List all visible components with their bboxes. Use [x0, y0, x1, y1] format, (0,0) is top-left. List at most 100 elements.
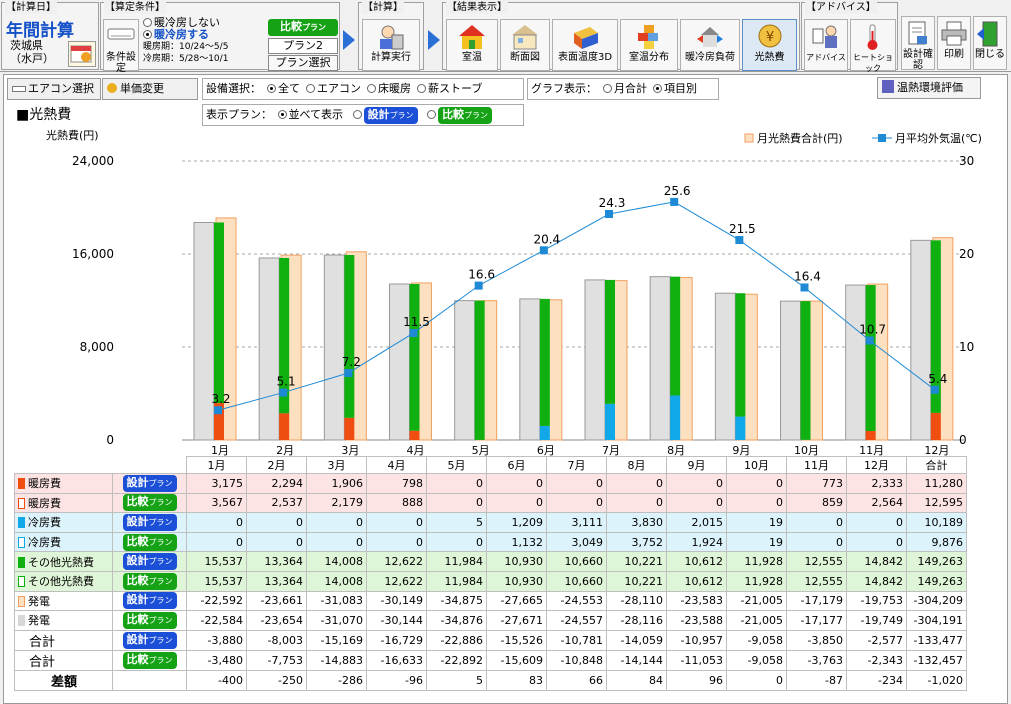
result-room-temp-button[interactable]: 室温 [446, 19, 498, 71]
row-plan-badge [112, 669, 187, 691]
plan-select-button[interactable]: プラン選択 [268, 55, 338, 71]
row-label: その他光熱費 [14, 551, 113, 572]
condition-settings-button[interactable]: 条件設定 [103, 19, 139, 74]
cell-2-3: 0 [366, 512, 427, 533]
cell-1-5: 0 [486, 492, 547, 514]
table-row: 発電 比較プラン -22,584 -23,654 -31,070 -30,144 -34,8… [14, 610, 967, 631]
cell-8-8: -10,957 [666, 629, 727, 651]
cell-7-10: -17,177 [786, 610, 847, 631]
y-tick-1: 8,000 [80, 340, 114, 354]
temp-label-8: 21.5 [729, 222, 756, 236]
result-label-0: 室温 [462, 52, 482, 63]
ac-on-option[interactable]: 暖冷房する [143, 29, 228, 41]
cell-3-12: 9,876 [906, 531, 967, 553]
group-title-calc: 【計算】 [362, 2, 404, 14]
cell-1-10: 859 [786, 492, 847, 514]
row-color-swatch [18, 615, 25, 627]
row-label: 冷房費 [14, 512, 113, 533]
row-label: 発電 [14, 590, 113, 612]
table-row: その他光熱費 設計プラン 15,537 13,364 14,008 12,622 11,98… [14, 551, 967, 572]
cell-0-1: 2,294 [246, 473, 307, 494]
plan-display-side-by-side[interactable]: 並べて表示 [276, 108, 343, 121]
temp-label-0: 3.2 [211, 392, 230, 406]
aircon-select-button[interactable]: エアコン選択 [7, 78, 101, 100]
cell-7-6: -24,557 [546, 610, 607, 631]
table-row: 冷房費 設計プラン 0 0 0 0 5 1,209 3,111 3,830 2,015 19 0 0 10,… [14, 512, 967, 533]
result-temp-dist-button[interactable]: 室温分布 [620, 19, 678, 71]
calendar-icon[interactable] [68, 41, 96, 67]
col-header-2: 3月 [306, 456, 367, 474]
bar-0-3 [409, 430, 420, 440]
cell-1-12: 12,595 [906, 492, 967, 514]
temp-point-1 [279, 388, 288, 397]
cell-5-0: 15,537 [186, 570, 247, 592]
plan-display-design[interactable]: 設計プラン [347, 107, 418, 124]
result-section-button[interactable]: 断面図 [500, 19, 550, 71]
row-plan-badge: 比較プラン [112, 570, 187, 592]
temp-point-7 [670, 197, 679, 206]
cell-1-9: 0 [726, 492, 787, 514]
cooling-period: 冷房期：5/28〜10/1 [143, 54, 229, 64]
equipment-option-1[interactable]: エアコン [300, 82, 361, 95]
print-button[interactable]: 印刷 [937, 16, 971, 70]
result-label-5: 光熱費 [754, 52, 785, 63]
table-row: 発電 設計プラン -22,592 -23,661 -31,083 -30,149 -34,8… [14, 590, 967, 612]
cell-9-2: -14,883 [306, 649, 367, 671]
cell-4-12: 149,263 [906, 551, 967, 572]
equipment-option-3[interactable]: 薪ストーブ [411, 82, 482, 95]
cell-3-9: 19 [726, 531, 787, 553]
col-header-0: 1月 [186, 456, 247, 474]
bar-design-total-11 [910, 239, 932, 441]
cell-8-6: -10,781 [546, 629, 607, 651]
cell-8-10: -3,850 [786, 629, 847, 651]
advice-button[interactable]: アドバイス [804, 19, 848, 71]
cell-6-7: -28,110 [606, 590, 667, 612]
unit-price-button[interactable]: 単価変更 [102, 78, 198, 100]
cell-8-2: -15,169 [306, 629, 367, 651]
bar-design-total-4 [454, 300, 476, 441]
run-calc-button[interactable]: 計算実行 [362, 19, 420, 71]
cell-2-0: 0 [186, 512, 247, 533]
row-plan-badge: 設計プラン [112, 629, 187, 651]
row-plan-badge: 比較プラン [112, 649, 187, 671]
temp-point-9 [800, 283, 809, 292]
cell-4-4: 11,984 [426, 551, 487, 572]
cell-9-8: -11,053 [666, 649, 727, 671]
temp-distribution-icon [638, 25, 658, 49]
equipment-option-label-0: 全て [278, 82, 300, 95]
y-axis-label: 光熱費(円) [46, 128, 99, 142]
y2-tick-1: 10 [959, 340, 974, 354]
heating-period: 暖房期：10/24〜5/5 [143, 42, 229, 52]
equipment-option-label-3: 薪ストーブ [428, 82, 483, 95]
result-surface-3d-button[interactable]: 表面温度3D [552, 19, 618, 71]
plan-display-compare[interactable]: 比較プラン [421, 107, 493, 124]
result-energy-cost-button[interactable]: ¥ 光熱費 [742, 19, 797, 71]
bar-4-4 [474, 300, 485, 440]
equipment-option-2[interactable]: 床暖房 [361, 82, 411, 95]
temp-label-3: 11.5 [403, 315, 430, 329]
cell-1-2: 2,179 [306, 492, 367, 514]
graph-option-1[interactable]: 項目別 [647, 82, 697, 95]
close-button[interactable]: 閉じる [973, 16, 1007, 70]
equipment-option-0[interactable]: 全て [261, 82, 300, 95]
bar-design-total-7 [649, 276, 671, 441]
legend-line-marker [878, 134, 886, 142]
advice-person-icon [812, 25, 837, 48]
col-header-5: 6月 [486, 456, 547, 474]
cell-7-11: -19,749 [846, 610, 907, 631]
temp-label-2: 7.2 [342, 355, 361, 369]
env-eval-button[interactable]: 温熱環境評価 [877, 77, 981, 99]
cell-5-8: 10,612 [666, 570, 727, 592]
flow-arrow-icon-2 [428, 30, 440, 50]
bar-4-3 [409, 283, 420, 431]
cell-2-8: 2,015 [666, 512, 727, 533]
bar-4-5 [539, 298, 550, 426]
result-load-button[interactable]: 暖冷房負荷 [680, 19, 740, 71]
run-calc-label: 計算実行 [371, 52, 411, 63]
load-arrows-icon [697, 27, 723, 47]
temp-label-1: 5.1 [277, 375, 296, 389]
graph-option-0[interactable]: 月合計 [597, 82, 647, 95]
row-plan-badge: 設計プラン [112, 551, 187, 572]
design-check-button[interactable]: 設計確認 [901, 16, 935, 71]
heat-shock-button[interactable]: ヒートショック [850, 19, 896, 73]
